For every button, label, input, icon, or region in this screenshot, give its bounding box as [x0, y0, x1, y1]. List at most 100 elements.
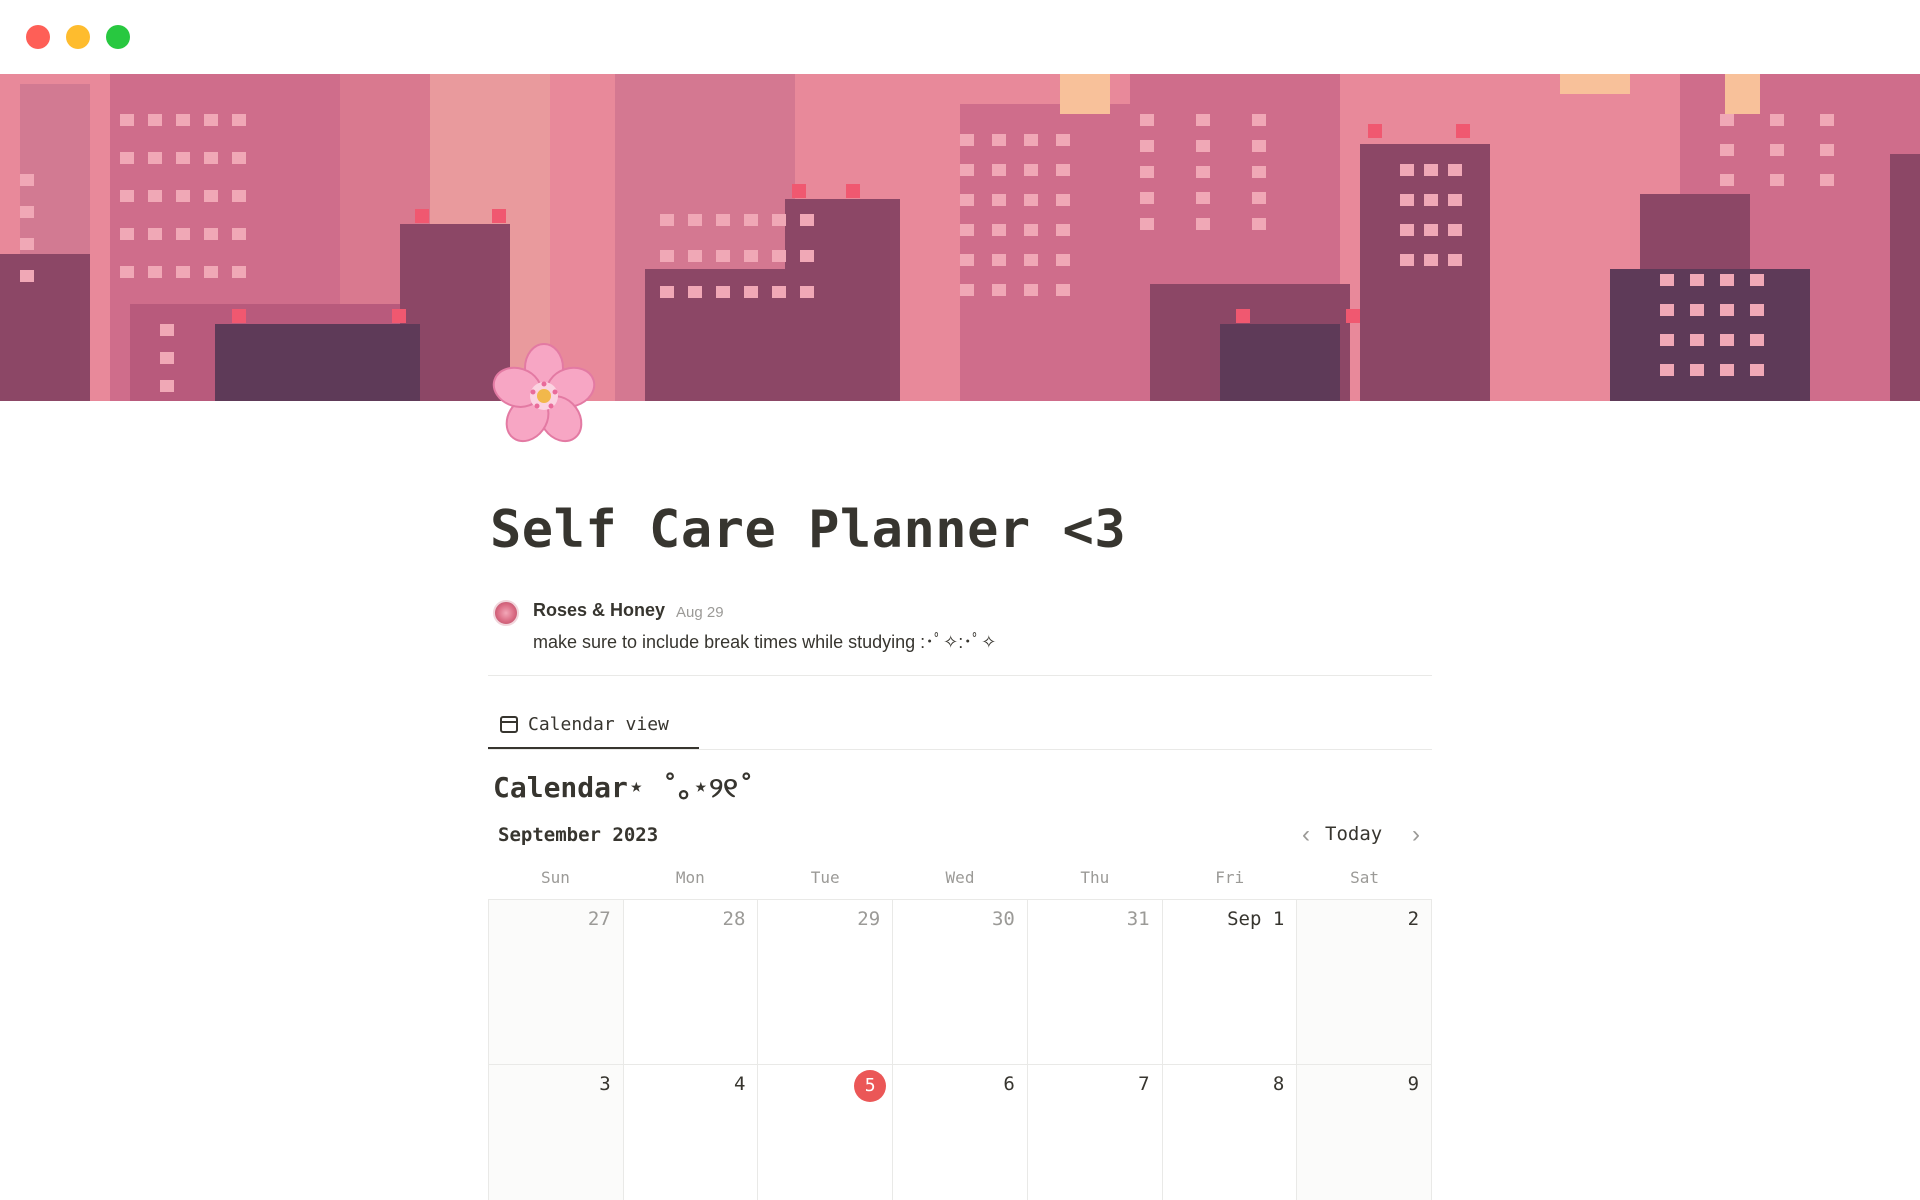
- calendar-day-cell[interactable]: 4: [623, 1065, 759, 1200]
- page-cover-image: [0, 74, 1920, 401]
- building-window: [800, 286, 814, 298]
- day-number: 29: [857, 908, 881, 930]
- calendar-day-cell[interactable]: 3: [489, 1065, 624, 1200]
- building-window: [1750, 364, 1764, 376]
- building-window: [772, 286, 786, 298]
- building-window: [1448, 194, 1462, 206]
- zoom-window-button[interactable]: [106, 25, 130, 49]
- tab-label: Calendar view: [528, 714, 669, 735]
- tab-calendar-view[interactable]: Calendar view: [488, 702, 699, 750]
- building-window: [960, 194, 974, 206]
- avatar[interactable]: [493, 600, 519, 626]
- calendar-day-cell[interactable]: 9: [1297, 1065, 1432, 1200]
- building-window: [148, 228, 162, 240]
- building-window: [1720, 334, 1734, 346]
- building-window: [1252, 166, 1266, 178]
- building-window: [992, 134, 1006, 146]
- cherry-blossom-icon[interactable]: [488, 340, 600, 452]
- building-window: [1400, 254, 1414, 266]
- day-number: 3: [599, 1073, 611, 1095]
- building-window: [1056, 194, 1070, 206]
- building-window: [744, 250, 758, 262]
- building-window: [1196, 114, 1210, 126]
- building-window: [1820, 174, 1834, 186]
- calendar-day-cell[interactable]: 30: [893, 900, 1028, 1065]
- day-number: 2: [1407, 908, 1420, 930]
- building-window: [772, 250, 786, 262]
- today-button[interactable]: Today: [1325, 823, 1382, 849]
- weekday-header: Sun Mon Tue Wed Thu Fri Sat: [488, 868, 1432, 892]
- building-window: [1750, 304, 1764, 316]
- building-window: [688, 250, 702, 262]
- building-window: [1720, 364, 1734, 376]
- building-window: [660, 250, 674, 262]
- page-comment[interactable]: Roses & Honey Aug 29 make sure to includ…: [493, 598, 1433, 658]
- weekday-label: Sun: [540, 868, 570, 887]
- building-window: [1690, 304, 1704, 316]
- weekday-label: Wed: [945, 868, 975, 887]
- weekday-label: Mon: [675, 868, 705, 887]
- building-window: [1400, 164, 1414, 176]
- calendar-icon: [500, 716, 518, 733]
- building-window: [120, 266, 134, 278]
- building-window: [232, 228, 246, 240]
- building-window: [1196, 192, 1210, 204]
- building-window: [1720, 174, 1734, 186]
- window-titlebar: [0, 0, 1920, 74]
- day-number: 27: [587, 908, 611, 930]
- building-window: [1056, 284, 1070, 296]
- building-window: [1056, 164, 1070, 176]
- building-window: [1424, 164, 1438, 176]
- calendar-day-cell[interactable]: 28: [623, 900, 759, 1065]
- building-window: [176, 228, 190, 240]
- building-window: [1820, 114, 1834, 126]
- comment-date: Aug 29: [676, 604, 724, 621]
- calendar-day-cell[interactable]: 8: [1162, 1065, 1298, 1200]
- building-window: [20, 270, 34, 282]
- building-window: [232, 266, 246, 278]
- day-number: 9: [1407, 1073, 1420, 1095]
- day-number: Sep 1: [1227, 908, 1285, 930]
- building-window: [960, 164, 974, 176]
- calendar-day-cell[interactable]: Sep 1: [1162, 900, 1298, 1065]
- calendar-day-cell[interactable]: 2: [1297, 900, 1432, 1065]
- building-window: [1720, 304, 1734, 316]
- building-window: [1720, 274, 1734, 286]
- building-window: [1140, 192, 1154, 204]
- building-window: [204, 266, 218, 278]
- calendar-day-cell-today[interactable]: 5: [758, 1065, 894, 1200]
- building-window: [1820, 144, 1834, 156]
- building-window: [1690, 274, 1704, 286]
- building-window: [1056, 134, 1070, 146]
- chevron-left-icon[interactable]: ‹: [1296, 822, 1316, 848]
- building-window: [960, 284, 974, 296]
- calendar-day-cell[interactable]: 27: [489, 900, 624, 1065]
- building-window: [1720, 144, 1734, 156]
- chevron-right-icon[interactable]: ›: [1406, 822, 1426, 848]
- calendar-day-cell[interactable]: 29: [758, 900, 894, 1065]
- day-number: 7: [1138, 1073, 1150, 1095]
- building-window: [120, 228, 134, 240]
- close-window-button[interactable]: [26, 25, 50, 49]
- building-window: [148, 190, 162, 202]
- building-window: [232, 152, 246, 164]
- building-window: [800, 214, 814, 226]
- building-window: [1448, 254, 1462, 266]
- building-window: [1424, 224, 1438, 236]
- building-window: [148, 152, 162, 164]
- calendar-day-cell[interactable]: 7: [1027, 1065, 1163, 1200]
- minimize-window-button[interactable]: [66, 25, 90, 49]
- day-number: 6: [1003, 1073, 1015, 1095]
- calendar-day-cell[interactable]: 6: [893, 1065, 1028, 1200]
- building-window: [688, 286, 702, 298]
- building-window: [160, 380, 174, 392]
- calendar-day-cell[interactable]: 31: [1027, 900, 1163, 1065]
- building-window: [992, 254, 1006, 266]
- building-window: [160, 324, 174, 336]
- comment-author[interactable]: Roses & Honey: [533, 600, 665, 621]
- building-window: [744, 214, 758, 226]
- building-window: [176, 152, 190, 164]
- building-window: [960, 134, 974, 146]
- page-title[interactable]: Self Care Planner <3: [490, 500, 1126, 560]
- calendar-title[interactable]: Calendar⋆ ˚｡⋆୨୧˚: [493, 766, 755, 806]
